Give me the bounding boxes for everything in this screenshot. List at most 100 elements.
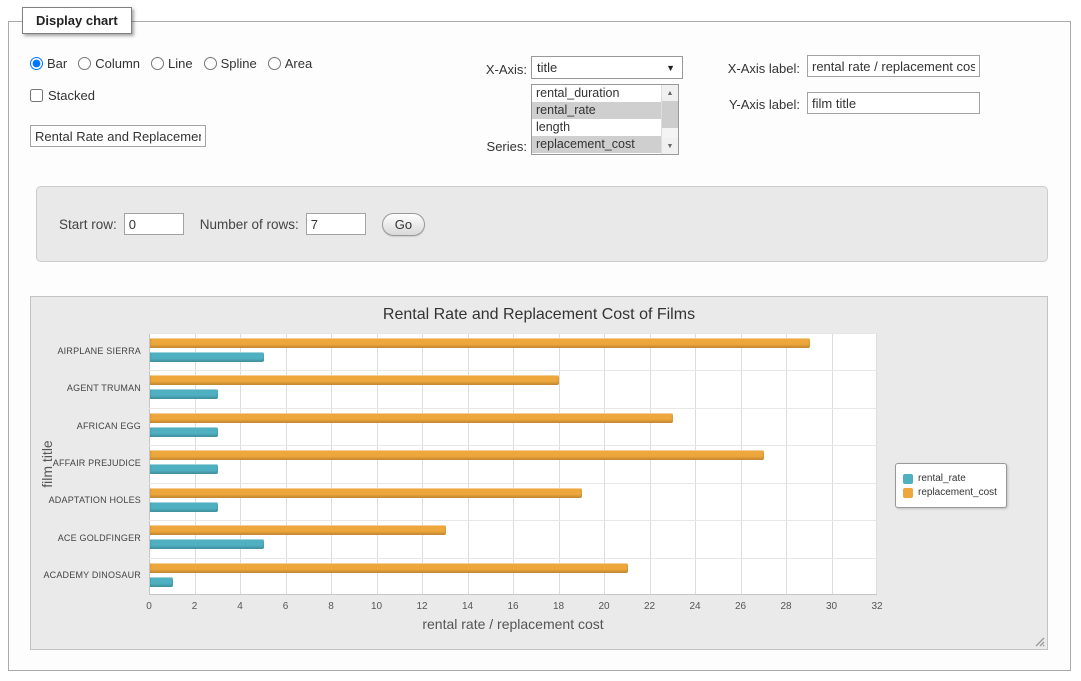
series-option-replacement_cost[interactable]: replacement_cost xyxy=(532,136,661,153)
x-axis-label-input[interactable] xyxy=(807,55,980,77)
radio-label: Spline xyxy=(221,56,257,71)
category-label: AIRPLANE SIERRA xyxy=(35,346,141,356)
chart-title-input[interactable] xyxy=(30,125,206,147)
chart-legend: rental_rate replacement_cost xyxy=(895,463,1007,508)
number-of-rows-label: Number of rows: xyxy=(200,217,299,232)
x-tick-label: 12 xyxy=(402,601,442,612)
radio-label: Column xyxy=(95,56,140,71)
gridline xyxy=(149,445,877,446)
gridline xyxy=(559,333,560,595)
gridline xyxy=(149,558,877,559)
start-row-label: Start row: xyxy=(59,217,117,232)
stacked-checkbox[interactable] xyxy=(30,89,43,102)
scroll-up-icon[interactable]: ▲ xyxy=(662,85,678,101)
gridline xyxy=(832,333,833,595)
legend-swatch xyxy=(903,474,913,484)
resize-handle-icon[interactable] xyxy=(1033,635,1045,647)
gridline xyxy=(240,333,241,595)
series-option-length[interactable]: length xyxy=(532,119,661,136)
x-tick-label: 10 xyxy=(357,601,397,612)
gridline xyxy=(377,333,378,595)
x-tick-label: 20 xyxy=(584,601,624,612)
bar-rental_rate xyxy=(150,352,264,362)
gridline xyxy=(468,333,469,595)
x-axis-label-label: X-Axis label: xyxy=(700,61,800,76)
dropdown-arrow-icon: ▼ xyxy=(666,63,677,73)
gridline xyxy=(650,333,651,595)
bar-rental_rate xyxy=(150,502,218,512)
bar-replacement_cost xyxy=(150,375,559,385)
legend-item-replacement_cost[interactable]: replacement_cost xyxy=(903,487,997,498)
x-tick-label: 2 xyxy=(175,601,215,612)
x-tick-label: 4 xyxy=(220,601,260,612)
series-listbox[interactable]: rental_durationrental_ratelengthreplacem… xyxy=(531,84,679,155)
start-row-input[interactable] xyxy=(124,213,184,235)
x-axis-title: rental rate / replacement cost xyxy=(149,616,877,632)
legend-swatch xyxy=(903,488,913,498)
panel-legend: Display chart xyxy=(22,7,132,34)
chart-container: Rental Rate and Replacement Cost of Film… xyxy=(30,296,1048,650)
x-tick-label: 0 xyxy=(129,601,169,612)
x-tick-label: 6 xyxy=(266,601,306,612)
gridline xyxy=(149,408,877,409)
x-tick-label: 26 xyxy=(721,601,761,612)
gridline xyxy=(149,594,877,595)
x-tick-label: 16 xyxy=(493,601,533,612)
y-axis-label-input[interactable] xyxy=(807,92,980,114)
scroll-down-icon[interactable]: ▼ xyxy=(662,138,678,154)
chart-type-option-spline[interactable]: Spline xyxy=(204,56,257,71)
gridline xyxy=(695,333,696,595)
x-tick-label: 14 xyxy=(448,601,488,612)
bar-replacement_cost xyxy=(150,563,628,573)
chart-type-option-column[interactable]: Column xyxy=(78,56,140,71)
chart-type-radio-spline[interactable] xyxy=(204,57,217,70)
bar-replacement_cost xyxy=(150,450,764,460)
chart-type-radio-column[interactable] xyxy=(78,57,91,70)
go-button[interactable]: Go xyxy=(382,213,425,236)
legend-series-name: replacement_cost xyxy=(918,487,997,498)
x-tick-label: 28 xyxy=(766,601,806,612)
gridline xyxy=(786,333,787,595)
bar-replacement_cost xyxy=(150,488,582,498)
category-label: ACE GOLDFINGER xyxy=(35,533,141,543)
series-option-rental_duration[interactable]: rental_duration xyxy=(532,85,661,102)
listbox-scrollbar[interactable]: ▲ ▼ xyxy=(661,85,678,154)
bar-rental_rate xyxy=(150,577,173,587)
chart-type-radio-line[interactable] xyxy=(151,57,164,70)
x-axis-selected-value: title xyxy=(537,60,557,75)
x-tick-label: 22 xyxy=(630,601,670,612)
series-options: rental_durationrental_ratelengthreplacem… xyxy=(532,85,661,154)
page: Display chart Bar Column Line Spline Area St… xyxy=(0,0,1081,681)
series-option-rental_rate[interactable]: rental_rate xyxy=(532,102,661,119)
legend-item-rental_rate[interactable]: rental_rate xyxy=(903,473,997,484)
number-of-rows-input[interactable] xyxy=(306,213,366,235)
chart-type-radio-bar[interactable] xyxy=(30,57,43,70)
gridline xyxy=(422,333,423,595)
gridline xyxy=(149,333,877,334)
legend-series-name: rental_rate xyxy=(918,473,966,484)
gridline xyxy=(604,333,605,595)
gridline xyxy=(149,483,877,484)
category-label: AFFAIR PREJUDICE xyxy=(35,458,141,468)
x-tick-label: 8 xyxy=(311,601,351,612)
category-label: AGENT TRUMAN xyxy=(35,383,141,393)
x-tick-label: 24 xyxy=(675,601,715,612)
radio-label: Line xyxy=(168,56,193,71)
chart-type-option-bar[interactable]: Bar xyxy=(30,56,67,71)
bar-replacement_cost xyxy=(150,525,446,535)
stacked-checkbox-row[interactable]: Stacked xyxy=(30,88,95,103)
bar-rental_rate xyxy=(150,464,218,474)
x-axis-select[interactable]: title ▼ xyxy=(531,56,683,79)
gridline xyxy=(876,333,877,595)
chart-type-option-line[interactable]: Line xyxy=(151,56,193,71)
chart-type-radio-area[interactable] xyxy=(268,57,281,70)
gridline xyxy=(331,333,332,595)
bar-replacement_cost xyxy=(150,338,810,348)
chart-type-option-area[interactable]: Area xyxy=(268,56,312,71)
x-tick-label: 32 xyxy=(857,601,897,612)
scrollbar-thumb[interactable] xyxy=(662,101,678,128)
x-axis-label: X-Axis: xyxy=(440,62,527,77)
series-label: Series: xyxy=(440,139,527,154)
category-label: ACADEMY DINOSAUR xyxy=(35,570,141,580)
gridline xyxy=(149,370,877,371)
